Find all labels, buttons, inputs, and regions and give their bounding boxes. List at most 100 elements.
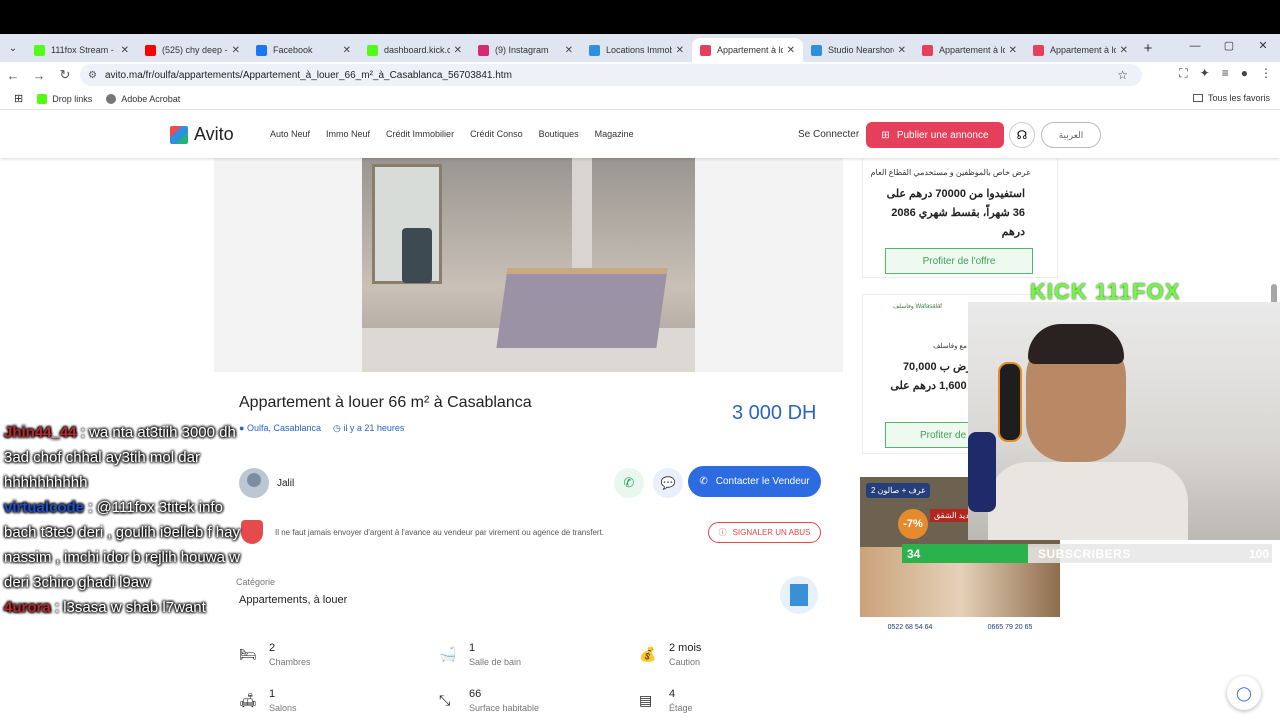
tab-favicon-icon [811,44,822,56]
main-nav: Auto Neuf Immo Neuf Crédit Immobilier Crédi… [270,129,634,139]
help-chat-icon[interactable]: ◯ [1227,676,1261,710]
browser-tab[interactable]: Appartement à lo ✕ [1025,38,1136,62]
profile-icon[interactable]: ● [1241,66,1248,81]
close-tab-icon[interactable]: ✕ [787,45,795,56]
apps-icon[interactable]: ⊞ [14,92,23,105]
browser-tab[interactable]: Studio Nearshore ✕ [803,38,914,62]
extensions-icon[interactable]: ✦ [1200,66,1210,81]
close-tab-icon[interactable]: ✕ [1120,45,1128,56]
browser-tab[interactable]: Appartement à lo ✕ [914,38,1025,62]
folder-icon [1192,94,1203,102]
tab-strip: ⌄ 111fox Stream - K✕(525) chy deep - Y✕F… [0,34,1280,62]
listing-meta: ● Oulfa, Casablanca ◷ il y a 21 heures [239,423,404,434]
media-icon[interactable]: ≡ [1222,66,1229,81]
wafasalaf-logo: وفاسلف Wafasalaf [893,304,942,310]
window-controls: — ▢ ✕ [1178,34,1280,62]
bookmark-star-icon[interactable]: ☆ [1117,68,1128,82]
browser-tab[interactable]: dashboard.kick.co ✕ [359,38,470,62]
close-window-icon[interactable]: ✕ [1246,34,1280,62]
reload-icon[interactable]: ↻ [52,67,78,83]
ad-loan-1[interactable]: عرض خاص بالموظفين و مستخدمي القطاع العام… [862,154,1058,278]
floor-icon: ▤ [639,692,653,708]
nav-link[interactable]: Crédit Conso [470,129,523,139]
address-bar-row: ← → ↻ ⚙ avito.ma/fr/oulfa/appartements/A… [0,62,1280,88]
close-tab-icon[interactable]: ✕ [1009,45,1017,56]
area-icon: ⤡ [439,692,451,708]
tab-favicon-icon [256,44,267,56]
new-tab-icon[interactable]: + [1136,40,1160,57]
offer-button[interactable]: Profiter de l'offre [885,248,1033,274]
tab-search-icon[interactable]: ⌄ [0,43,26,54]
listing-title: Appartement à louer 66 m² à Casablanca [239,394,532,411]
nav-link[interactable]: Auto Neuf [270,129,310,139]
forward-icon[interactable]: → [26,68,52,83]
browser-tab[interactable]: Locations Immob ✕ [581,38,692,62]
feature-item: ▤ 4 Étage [639,688,693,713]
close-tab-icon[interactable]: ✕ [898,45,906,56]
close-tab-icon[interactable]: ✕ [565,45,573,56]
tab-favicon-icon [700,44,711,56]
bath-icon: 🛁 [439,646,457,662]
browser-tab[interactable]: Appartement à lo ✕ [692,38,803,62]
tab-favicon-icon [478,44,489,56]
contact-seller-button[interactable]: ✆ Contacter le Vendeur [688,466,821,497]
phone-icon: ✆ [699,476,708,487]
all-bookmarks[interactable]: Tous les favoris [1192,93,1270,103]
language-switch[interactable]: العربية [1041,122,1101,148]
feature-item: 🛋 1 Salons [239,688,297,713]
deposit-icon: 💰 [639,646,657,662]
chat-message: Jhin44_44 : wa nta at3tiih 3000 dh 3ad c… [4,424,236,491]
subscriber-goal-bar: 34 SUBSCRIBERS 100 [902,544,1272,563]
nav-link[interactable]: Immo Neuf [326,129,370,139]
minimize-icon[interactable]: — [1178,34,1212,62]
subscriber-progress-fill [902,544,1028,563]
login-link[interactable]: Se Connecter [798,129,859,140]
sofa-icon: 🛋 [239,692,257,708]
whatsapp-icon[interactable]: ✆ [614,468,644,498]
browser-tab[interactable]: Facebook ✕ [248,38,359,62]
browser-tab[interactable]: (9) Instagram ✕ [470,38,581,62]
close-tab-icon[interactable]: ✕ [121,45,129,56]
feature-item: 🛁 1 Salle de bain [439,642,522,667]
menu-icon[interactable]: ⋮ [1260,66,1272,81]
kick-watermark: KICK 111FOX [1030,279,1181,304]
nav-link[interactable]: Magazine [595,129,634,139]
nav-link[interactable]: Crédit Immobilier [386,129,454,139]
publish-ad-button[interactable]: ⊞ Publier une annonce [866,122,1004,148]
back-icon[interactable]: ← [0,68,26,83]
support-headset-icon[interactable]: ☊ [1009,122,1035,148]
tab-favicon-icon [34,44,45,56]
bed-icon: 🛏 [239,646,257,662]
bookmark-drop-links[interactable]: Drop links [37,93,92,104]
browser-tab[interactable]: 111fox Stream - K ✕ [26,38,137,62]
avito-logo[interactable]: Avito [170,124,234,145]
url-bar[interactable]: ⚙ avito.ma/fr/oulfa/appartements/Apparte… [80,64,1142,86]
tab-favicon-icon [589,44,600,56]
extensions-area: ⛶ ✦ ≡ ● ⋮ [1179,66,1272,81]
feature-item: 🛏 2 Chambres [239,642,311,667]
browser-tab[interactable]: (525) chy deep - Y✕ [137,38,248,62]
stream-chat-overlay: Jhin44_44 : wa nta at3tiih 3000 dh 3ad c… [4,420,254,620]
feature-item: 💰 2 mois Caution [639,642,702,667]
tab-favicon-icon [922,44,933,56]
listing-price: 3 000 DH [732,402,817,424]
maximize-icon[interactable]: ▢ [1212,34,1246,62]
nav-link[interactable]: Boutiques [539,129,579,139]
kick-icon [37,93,48,104]
close-tab-icon[interactable]: ✕ [676,45,684,56]
bookmark-adobe-acrobat[interactable]: Adobe Acrobat [106,93,180,104]
building-icon [780,576,818,614]
top-black-bar [0,0,1280,34]
category-value: Appartements, à louer [239,594,348,606]
close-tab-icon[interactable]: ✕ [232,45,240,56]
close-tab-icon[interactable]: ✕ [343,45,351,56]
report-abuse-button[interactable]: ⓘ SIGNALER UN ABUS [708,522,821,543]
webcam-overlay [968,302,1280,540]
close-tab-icon[interactable]: ✕ [454,45,462,56]
listing-photo[interactable] [362,158,695,372]
chat-icon[interactable]: 💬 [653,468,683,498]
seller-name: Jalil [277,477,295,489]
screenshot-icon[interactable]: ⛶ [1179,66,1187,81]
site-info-icon[interactable]: ⚙ [88,70,97,81]
avito-cube-icon [170,125,188,144]
